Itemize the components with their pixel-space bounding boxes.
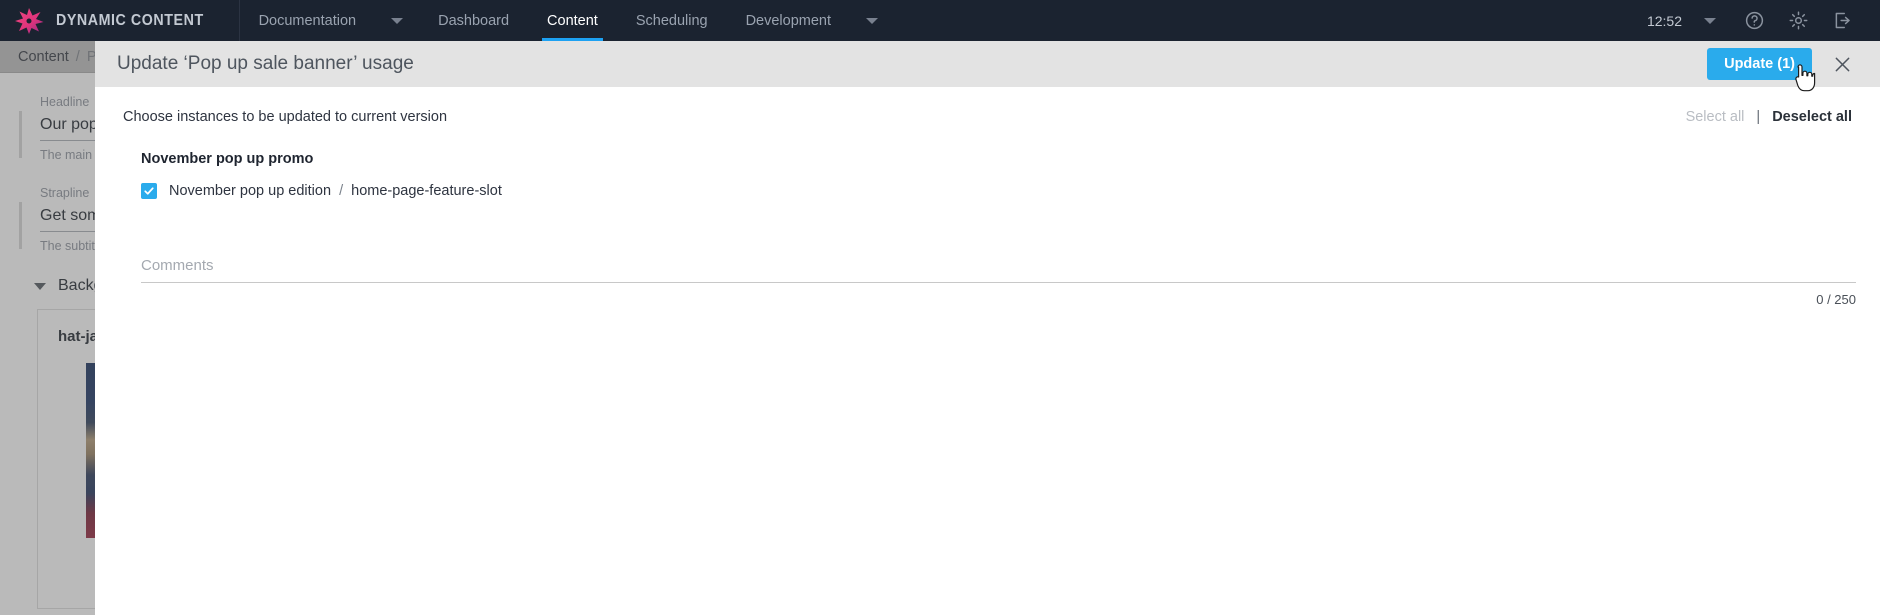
- selection-divider: |: [1756, 109, 1761, 125]
- instance-group-title: November pop up promo: [141, 151, 314, 167]
- check-icon: [144, 187, 154, 195]
- nav-item-scheduling[interactable]: Scheduling: [617, 0, 727, 41]
- nav-item-dashboard[interactable]: Dashboard: [419, 0, 528, 41]
- comments-field-wrapper: 0 / 250: [141, 257, 1856, 307]
- instance-row[interactable]: November pop up edition / home-page-feat…: [141, 183, 1852, 199]
- modal-instruction: Choose instances to be updated to curren…: [123, 109, 448, 125]
- close-icon[interactable]: [1822, 44, 1862, 84]
- nav-items: Documentation Dashboard Content Scheduli…: [240, 0, 894, 41]
- instance-checkbox[interactable]: [141, 183, 157, 199]
- nav-item-documentation[interactable]: Documentation: [240, 0, 376, 41]
- character-counter: 0 / 250: [1816, 292, 1856, 307]
- logout-icon[interactable]: [1820, 0, 1864, 41]
- chevron-down-icon: [866, 17, 879, 24]
- top-navigation-bar: DYNAMIC CONTENT Documentation Dashboard …: [0, 0, 1880, 41]
- choose-instances-row: Choose instances to be updated to curren…: [123, 109, 1852, 125]
- nav-item-content[interactable]: Content: [528, 0, 617, 41]
- instance-label: November pop up edition / home-page-feat…: [169, 183, 502, 199]
- modal-header: Update ‘Pop up sale banner’ usage Update…: [95, 41, 1880, 87]
- comments-input[interactable]: [141, 257, 1856, 283]
- nav-item-documentation-label: Documentation: [258, 12, 357, 29]
- update-button[interactable]: Update (1): [1707, 47, 1812, 81]
- deselect-all-button[interactable]: Deselect all: [1772, 109, 1852, 125]
- instance-name: November pop up edition: [169, 183, 332, 199]
- nav-item-scheduling-label: Scheduling: [635, 12, 708, 29]
- nav-item-development[interactable]: Development: [727, 0, 850, 41]
- select-all-button[interactable]: Select all: [1686, 109, 1745, 125]
- nav-right-group: 12:52: [1641, 0, 1880, 41]
- nav-item-dashboard-label: Dashboard: [438, 12, 510, 29]
- brand[interactable]: DYNAMIC CONTENT: [0, 0, 240, 41]
- help-icon[interactable]: [1732, 0, 1776, 41]
- starburst-logo-icon: [15, 7, 44, 34]
- instance-separator: /: [339, 183, 344, 199]
- user-menu-chevron-icon[interactable]: [1688, 0, 1732, 41]
- update-usage-modal: Update ‘Pop up sale banner’ usage Update…: [95, 41, 1880, 615]
- modal-body: Choose instances to be updated to curren…: [95, 87, 1880, 615]
- brand-name: DYNAMIC CONTENT: [56, 11, 204, 29]
- nav-caret-development[interactable]: [850, 0, 894, 41]
- selection-actions: Select all | Deselect all: [1686, 109, 1852, 125]
- nav-item-content-label: Content: [547, 12, 598, 29]
- modal-title: Update ‘Pop up sale banner’ usage: [117, 53, 414, 74]
- instance-slot: home-page-feature-slot: [351, 183, 502, 199]
- nav-caret-documentation[interactable]: [375, 0, 419, 41]
- gear-icon[interactable]: [1776, 0, 1820, 41]
- clock: 12:52: [1646, 12, 1682, 29]
- nav-item-development-label: Development: [745, 12, 832, 29]
- chevron-down-icon: [391, 17, 404, 24]
